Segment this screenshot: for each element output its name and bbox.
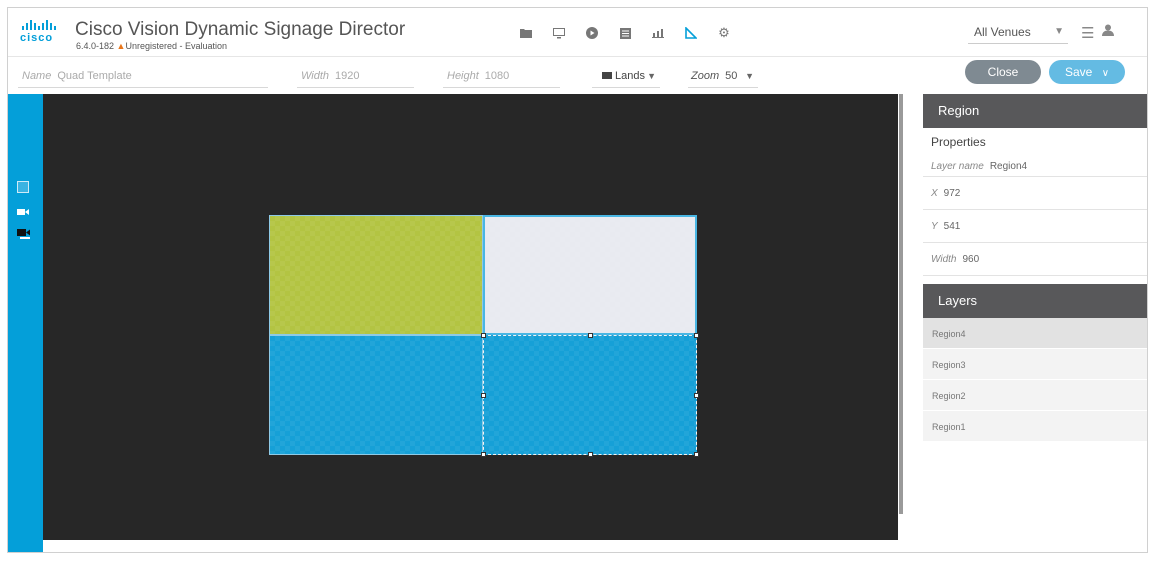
region-region4-selected[interactable] bbox=[483, 335, 697, 455]
height-label: Height bbox=[447, 70, 479, 82]
resize-handle-nw[interactable] bbox=[481, 333, 486, 338]
properties-title: Properties bbox=[931, 135, 986, 149]
resize-handle-ne[interactable] bbox=[694, 333, 699, 338]
venue-select[interactable]: All Venues ▼ bbox=[968, 22, 1068, 44]
height-value: 1080 bbox=[484, 70, 510, 82]
canvas-scrollbar[interactable] bbox=[899, 94, 903, 514]
chevron-down-icon: ▼ bbox=[647, 71, 656, 81]
app-title: Cisco Vision Dynamic Signage Director bbox=[75, 19, 406, 40]
chevron-down-icon: ▼ bbox=[745, 71, 754, 81]
video-icon[interactable] bbox=[17, 204, 29, 216]
zoom-value: 50 bbox=[725, 70, 738, 82]
layers-section: Layers Region4 Region3 Region2 Region1 bbox=[923, 284, 1147, 442]
design-canvas[interactable] bbox=[43, 94, 898, 540]
region-region2[interactable] bbox=[483, 215, 697, 335]
right-panel: Region Properties Layer name Region4 X 972… bbox=[923, 94, 1147, 552]
save-label: Save bbox=[1064, 65, 1093, 79]
layers-panel-header: Layers bbox=[923, 284, 1147, 318]
folder-icon[interactable] bbox=[516, 23, 536, 43]
y-value: 541 bbox=[943, 221, 961, 232]
app-version-line: 6.4.0-182 ▲Unregistered - Evaluation bbox=[76, 41, 227, 51]
list-icon[interactable] bbox=[615, 23, 635, 43]
app-header: cisco Cisco Vision Dynamic Signage Direc… bbox=[8, 8, 1147, 57]
resize-handle-e[interactable] bbox=[694, 393, 699, 398]
monitor-icon[interactable] bbox=[549, 23, 569, 43]
main-toolbar: ⚙ bbox=[516, 23, 734, 43]
layer-item-region4[interactable]: Region4 bbox=[923, 318, 1147, 349]
cisco-logo: cisco bbox=[20, 20, 62, 46]
layer-item-region3[interactable]: Region3 bbox=[923, 349, 1147, 380]
venue-select-value: All Venues bbox=[974, 25, 1031, 39]
layer-name-value: Region4 bbox=[989, 161, 1028, 172]
cisco-logo-word: cisco bbox=[20, 32, 54, 44]
x-value: 972 bbox=[943, 188, 961, 199]
close-button[interactable]: Close bbox=[965, 60, 1041, 84]
region-width-value: 960 bbox=[962, 254, 980, 265]
gear-icon[interactable]: ⚙ bbox=[714, 23, 734, 43]
template-stage bbox=[269, 215, 699, 457]
name-value: Quad Template bbox=[57, 70, 132, 82]
region-width-field[interactable]: Width 960 bbox=[923, 243, 1147, 276]
layer-item-region2[interactable]: Region2 bbox=[923, 380, 1147, 411]
square-icon[interactable] bbox=[17, 181, 29, 193]
user-icon[interactable] bbox=[1102, 24, 1114, 39]
region-region1[interactable] bbox=[269, 215, 483, 335]
left-tool-rail bbox=[8, 94, 43, 552]
resize-handle-se[interactable] bbox=[694, 452, 699, 457]
resize-handle-s[interactable] bbox=[588, 452, 593, 457]
region-width-label: Width bbox=[931, 254, 957, 265]
y-field[interactable]: Y 541 bbox=[923, 210, 1147, 243]
chevron-down-icon[interactable]: ∨ bbox=[1102, 68, 1109, 79]
cisco-logo-bars bbox=[22, 20, 62, 30]
version-text: 6.4.0-182 bbox=[76, 41, 115, 51]
hamburger-menu-icon[interactable]: ☰ bbox=[1081, 24, 1094, 42]
orientation-select[interactable]: Lands ▼ bbox=[592, 66, 660, 88]
width-field[interactable]: Width 1920 bbox=[297, 66, 414, 88]
x-field[interactable]: X 972 bbox=[923, 177, 1147, 210]
resize-handle-n[interactable] bbox=[588, 333, 593, 338]
bar-chart-icon[interactable] bbox=[648, 23, 668, 43]
resize-handle-sw[interactable] bbox=[481, 452, 486, 457]
save-button[interactable]: Save ∨ bbox=[1049, 60, 1125, 84]
layer-name-field[interactable]: Layer name Region4 bbox=[923, 156, 1147, 177]
layer-name-label: Layer name bbox=[931, 161, 984, 172]
template-properties-bar: Name Quad Template Width 1920 Height 1080 L… bbox=[8, 58, 1147, 94]
height-field[interactable]: Height 1080 bbox=[443, 66, 560, 88]
name-label: Name bbox=[22, 70, 52, 82]
layer-item-region1[interactable]: Region1 bbox=[923, 411, 1147, 442]
play-icon[interactable] bbox=[582, 23, 602, 43]
zoom-select[interactable]: Zoom 50 ▼ bbox=[688, 66, 758, 88]
chevron-down-icon: ▼ bbox=[1054, 26, 1064, 37]
orientation-icon bbox=[602, 72, 612, 79]
width-label: Width bbox=[301, 70, 330, 82]
y-label: Y bbox=[931, 221, 938, 232]
zoom-label: Zoom bbox=[691, 70, 720, 82]
video-layer-icon[interactable] bbox=[17, 227, 30, 239]
region-panel-header: Region bbox=[923, 94, 1147, 128]
registration-status: Unregistered - Evaluation bbox=[125, 41, 228, 51]
app-window: cisco Cisco Vision Dynamic Signage Direc… bbox=[7, 7, 1148, 553]
region-region3[interactable] bbox=[269, 335, 483, 455]
template-icon[interactable] bbox=[681, 23, 701, 43]
width-value: 1920 bbox=[335, 70, 360, 82]
x-label: X bbox=[931, 188, 938, 199]
name-field[interactable]: Name Quad Template bbox=[18, 66, 268, 88]
orientation-value: Lands bbox=[615, 70, 645, 82]
resize-handle-w[interactable] bbox=[481, 393, 486, 398]
